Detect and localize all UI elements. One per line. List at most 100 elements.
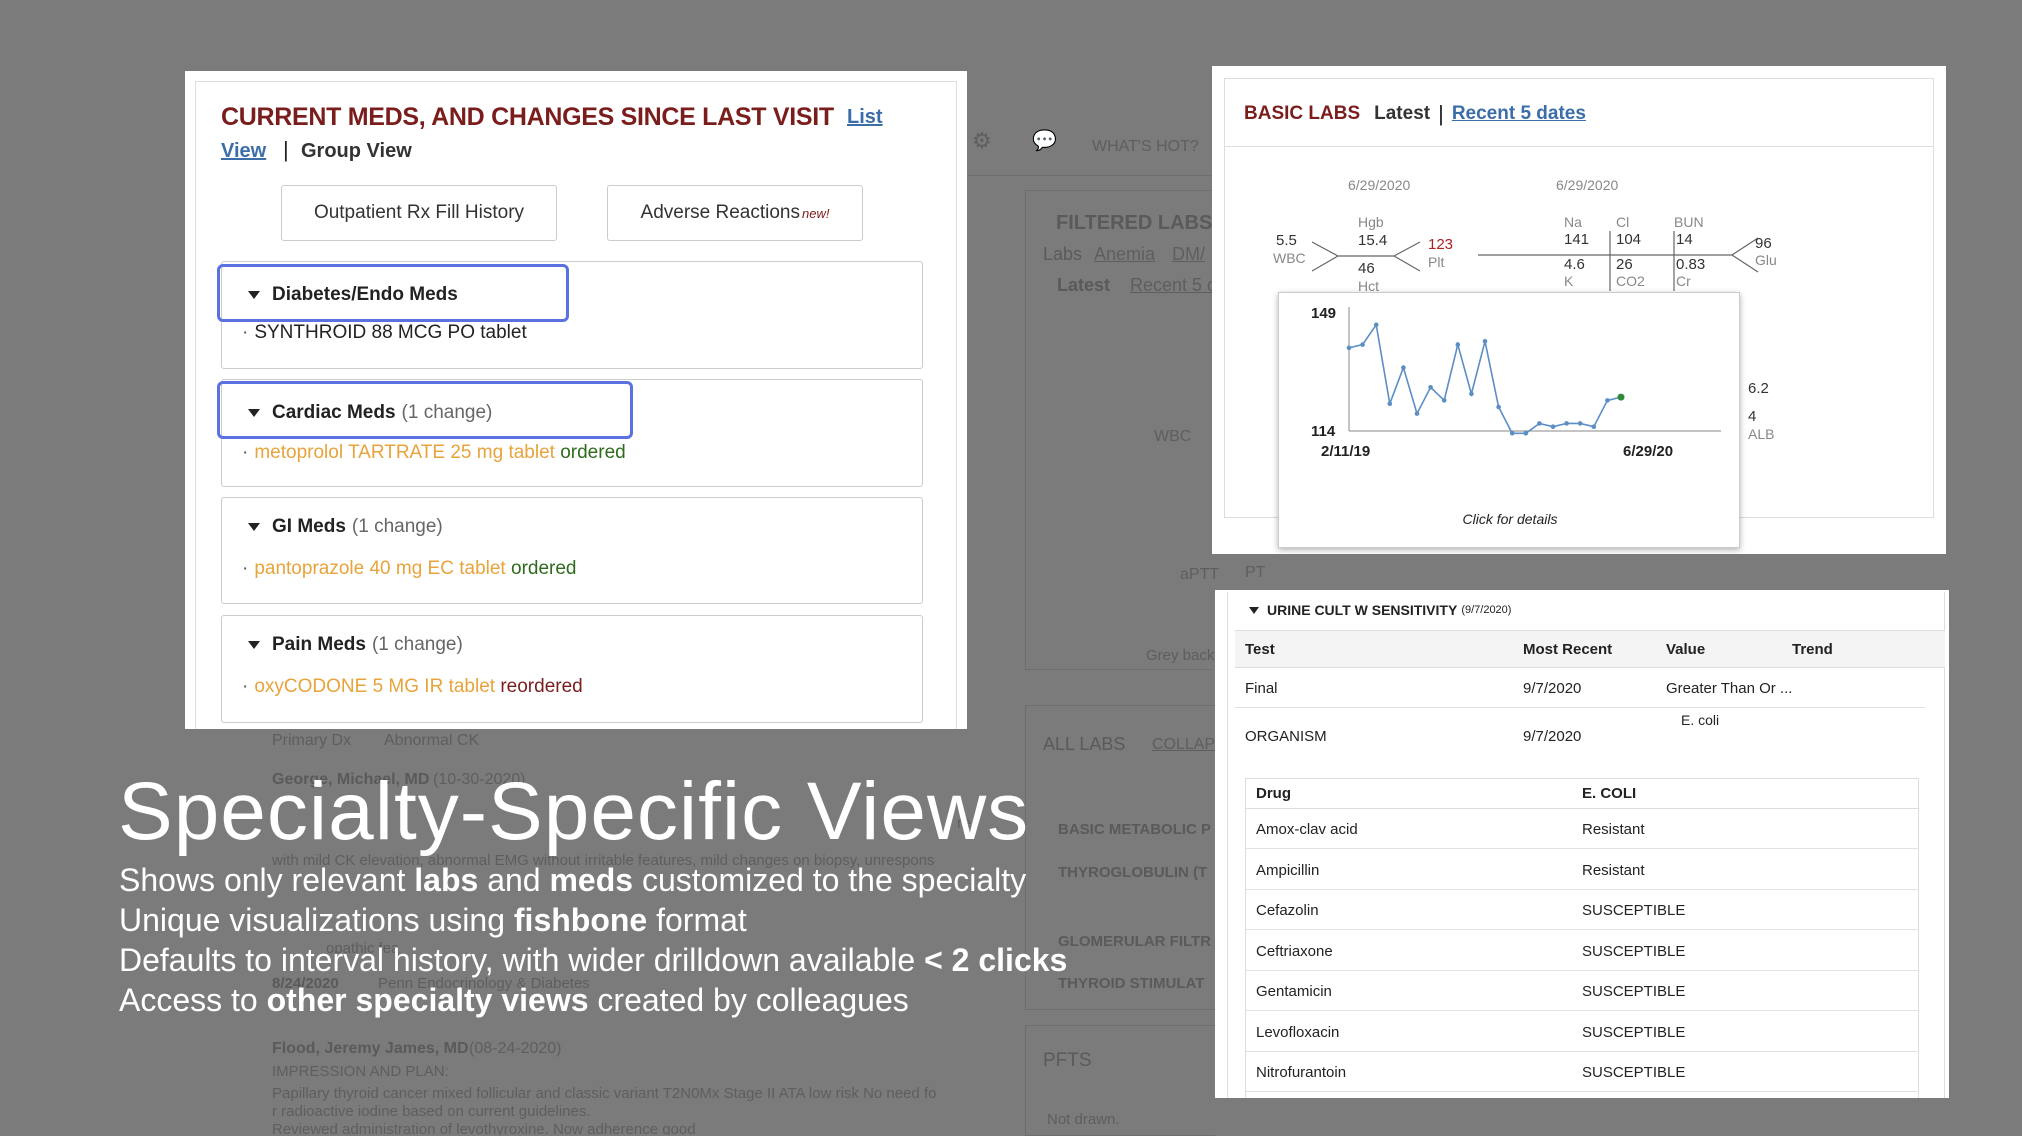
col-organism: E. COLI — [1582, 785, 1637, 802]
plt-label: Plt — [1428, 254, 1445, 270]
k-value[interactable]: 4.6 — [1564, 256, 1585, 273]
cardiac-highlight-box — [217, 381, 633, 439]
tp-value: 6.2 — [1748, 380, 1769, 397]
slide-heading: Specialty-Specific Views — [118, 766, 1030, 857]
alb-value: 4 — [1748, 408, 1757, 425]
med-group-gi: GI Meds (1 change) · pantoprazole 40 mg EC… — [221, 497, 923, 604]
urine-title-row[interactable]: URINE CULT W SENSITIVITY (9/7/2020) — [1249, 602, 1511, 618]
drug-row[interactable]: Cefazolin SUSCEPTIBLE — [1246, 890, 1918, 930]
table-row[interactable]: Final 9/7/2020 Greater Than Or ... — [1235, 668, 1925, 708]
not-drawn-text: Not drawn. — [1047, 1111, 1120, 1128]
whats-hot-tab[interactable]: WHAT'S HOT? — [1092, 138, 1199, 156]
drug-row[interactable]: Nitrofurantoin SUSCEPTIBLE — [1246, 1052, 1918, 1092]
bullet-2-pre: Unique visualizations using — [119, 902, 514, 938]
table-row[interactable]: ORGANISM 9/7/2020 E. coli — [1235, 708, 1925, 764]
bullet-3-pre: Defaults to interval history, with wider… — [119, 942, 925, 978]
chart-point — [1523, 430, 1529, 436]
med-item: · pantoprazole 40 mg EC tablet ordered — [242, 558, 577, 579]
drug-row[interactable]: Levofloxacin SUSCEPTIBLE — [1246, 1012, 1918, 1052]
drug-row[interactable]: Amox-clav acid Resistant — [1246, 809, 1918, 849]
settings-gear-icon[interactable]: ⚙ — [972, 128, 992, 154]
med-item-name[interactable]: pantoprazole 40 mg EC tablet — [254, 558, 505, 579]
bullet-4-post: created by colleagues — [588, 982, 909, 1018]
hgb-value[interactable]: 15.4 — [1358, 232, 1387, 249]
outpatient-rx-fill-history-button[interactable]: Outpatient Rx Fill History — [281, 185, 557, 241]
view-separator: | — [283, 137, 289, 162]
adverse-reactions-button[interactable]: Adverse Reactions new! — [607, 185, 863, 241]
all-labs-item-thyroglobulin[interactable]: THYROGLOBULIN (T — [1058, 864, 1207, 881]
drug-name: Ampicillin — [1256, 861, 1320, 879]
dm-link[interactable]: DM/ — [1172, 244, 1205, 265]
view-link[interactable]: View — [221, 140, 266, 163]
pfts-title: PFTS — [1043, 1050, 1092, 1071]
chart-point — [1550, 424, 1556, 430]
primary-dx-label: Primary Dx — [272, 732, 352, 749]
list-view-link[interactable]: List — [847, 106, 883, 129]
glu-value[interactable]: 96 — [1755, 235, 1772, 252]
sensitivity-header-row: Drug E. COLI — [1246, 779, 1918, 809]
chart-point — [1373, 322, 1379, 328]
med-group-pain-header[interactable]: Pain Meds (1 change) — [234, 634, 463, 656]
med-item-name[interactable]: metoprolol TARTRATE 25 mg tablet — [254, 442, 555, 463]
current-meds-panel: CURRENT MEDS, AND CHANGES SINCE LAST VIS… — [185, 71, 967, 729]
change-count: (1 change) — [371, 634, 463, 655]
drug-result: Resistant — [1582, 821, 1645, 838]
med-item-status: reordered — [500, 676, 583, 697]
note3-line4: Reviewed administration of levothyroxine… — [272, 1121, 696, 1135]
abnormal-ck-label: Abnormal CK — [384, 732, 480, 749]
med-group-name: Pain Meds — [272, 634, 366, 655]
drug-name: Gentamicin — [1256, 983, 1332, 1000]
col-test: Test — [1245, 641, 1275, 658]
urine-title: URINE CULT W SENSITIVITY — [1267, 602, 1458, 618]
urine-header-row: Test Most Recent Value Trend — [1235, 630, 1945, 668]
cr-value[interactable]: 0.83 — [1676, 256, 1705, 273]
collapse-triangle-icon — [248, 641, 260, 649]
platelet-trend-popup[interactable]: 149 114 2/11/19 6/29/20 Click for detail… — [1278, 292, 1740, 548]
drug-row[interactable]: Ampicillin Resistant — [1246, 850, 1918, 890]
wbc-value: 5.5 — [1276, 232, 1297, 249]
plt-value[interactable]: 123 — [1428, 236, 1453, 253]
bun-value[interactable]: 14 — [1676, 231, 1693, 248]
filtered-latest[interactable]: Latest — [1057, 275, 1110, 296]
cr-label: Cr — [1676, 273, 1691, 289]
drug-result: SUSCEPTIBLE — [1582, 902, 1686, 919]
med-item-name: SYNTHROID 88 MCG PO tablet — [254, 322, 527, 343]
collapse-link[interactable]: COLLAP — [1152, 736, 1215, 754]
anemia-link[interactable]: Anemia — [1094, 244, 1155, 265]
grey-back-text: Grey back — [1146, 647, 1215, 664]
all-labs-item-thyroid-stimulating[interactable]: THYROID STIMULAT — [1058, 975, 1204, 992]
all-labs-item-glomerular[interactable]: GLOMERULAR FILTR — [1058, 933, 1211, 950]
filtered-recent-link[interactable]: Recent 5 d — [1130, 275, 1217, 296]
na-value[interactable]: 141 — [1564, 231, 1589, 248]
col-most-recent: Most Recent — [1523, 641, 1613, 658]
platelet-trend-chart — [1346, 307, 1721, 436]
col-drug: Drug — [1256, 785, 1291, 802]
cl-value[interactable]: 104 — [1616, 231, 1641, 248]
diabetes-highlight-box — [217, 264, 569, 322]
med-item-status: ordered — [511, 558, 577, 579]
cell-value: E. coli — [1681, 712, 1720, 728]
note3-author[interactable]: Flood, Jeremy James, MD — [272, 1040, 469, 1058]
all-labs-item-basic-metabolic[interactable]: BASIC METABOLIC P — [1058, 821, 1211, 838]
chart-point — [1428, 384, 1433, 390]
med-group-gi-header[interactable]: GI Meds (1 change) — [234, 516, 443, 538]
bullet-3-bold: < 2 clicks — [924, 942, 1068, 978]
cell-test: Final — [1245, 680, 1278, 697]
med-item-name[interactable]: oxyCODONE 5 MG IR tablet — [254, 676, 495, 697]
hgb-label: Hgb — [1358, 214, 1384, 230]
chart-point — [1537, 421, 1542, 426]
note3-line3: r radioactive iodine based on current gu… — [272, 1103, 591, 1120]
hct-value[interactable]: 46 — [1358, 260, 1375, 277]
group-view-label[interactable]: Group View — [301, 140, 412, 163]
cell-date: 9/7/2020 — [1523, 728, 1582, 745]
drug-row[interactable]: Ceftriaxone SUSCEPTIBLE — [1246, 931, 1918, 971]
bullet-4: Access to other specialty views created … — [119, 982, 909, 1019]
bullet-1-and: and — [478, 862, 550, 898]
drug-result: SUSCEPTIBLE — [1582, 1023, 1686, 1041]
chat-bubble-icon[interactable]: 💬 — [1032, 128, 1057, 153]
bullet-4-pre: Access to — [119, 982, 267, 1018]
co2-value[interactable]: 26 — [1616, 256, 1633, 273]
adverse-reactions-label: Adverse Reactions — [640, 202, 800, 223]
new-badge: new! — [802, 205, 830, 221]
drug-row[interactable]: Gentamicin SUSCEPTIBLE — [1246, 971, 1918, 1011]
